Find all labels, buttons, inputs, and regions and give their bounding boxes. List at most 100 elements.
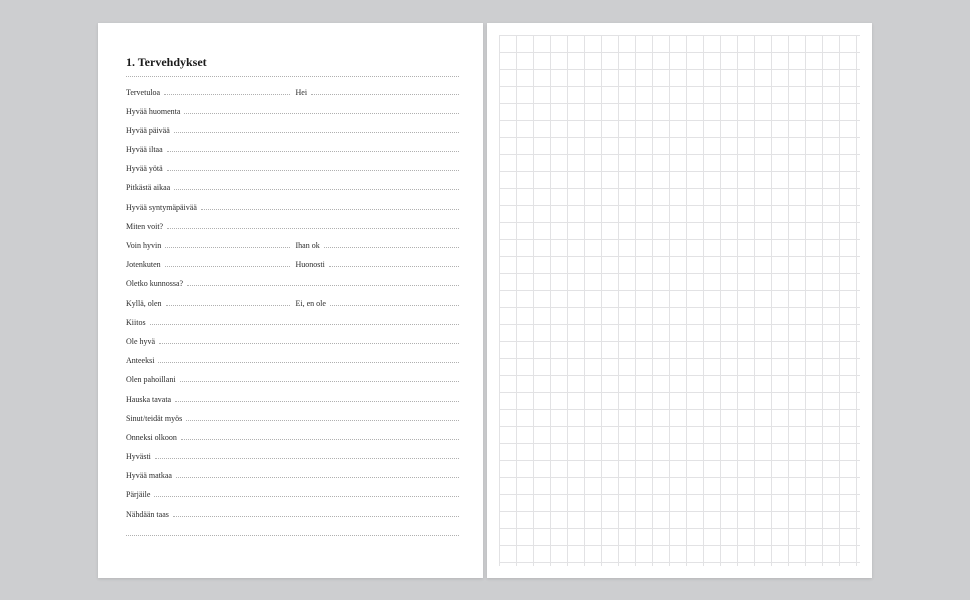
row-cell: Pitkästä aikaa (126, 182, 459, 192)
vocab-row: Nähdään taas (126, 509, 459, 528)
term-label: Huonosti (296, 260, 329, 269)
term-label: Kyllä, olen (126, 299, 166, 308)
vocab-row: Sinut/teidät myös (126, 413, 459, 432)
fill-line (175, 394, 459, 402)
fill-line (176, 470, 459, 478)
fill-line (167, 144, 459, 152)
term-label: Hyvää huomenta (126, 107, 184, 116)
row-cell: Olen pahoillani (126, 374, 459, 384)
term-label: Hyvää yötä (126, 164, 167, 173)
term-label: Ei, en ole (296, 299, 330, 308)
vocab-row: Hauska tavata (126, 394, 459, 413)
section-heading: 1. Tervehdykset (126, 55, 459, 70)
left-page: 1. Tervehdykset Tervetuloa Hei Hyvää huome… (98, 23, 483, 578)
row-cell: Hyvää iltaa (126, 144, 459, 154)
fill-line (166, 298, 290, 306)
vocab-row: Pitkästä aikaa (126, 182, 459, 201)
fill-line (184, 106, 459, 114)
term-label: Jotenkuten (126, 260, 165, 269)
fill-line (165, 240, 289, 248)
fill-line (154, 489, 459, 497)
fill-line (174, 125, 459, 133)
vocab-row (126, 528, 459, 547)
row-cell: Kiitos (126, 317, 459, 327)
row-cell-right: Hei (296, 87, 460, 97)
term-label: Hauska tavata (126, 395, 175, 404)
fill-line (155, 451, 459, 459)
vocab-row: Hyvää iltaa (126, 144, 459, 163)
term-label: Hyvää iltaa (126, 145, 167, 154)
row-cell: Hyvää huomenta (126, 106, 459, 116)
vocab-row: Anteeksi (126, 355, 459, 374)
vocab-row: Oletko kunnossa? (126, 278, 459, 297)
fill-line (174, 182, 459, 190)
vocab-row: Hyvää yötä (126, 163, 459, 182)
row-cell-left: Tervetuloa (126, 87, 290, 97)
term-label: Hyvää päivää (126, 126, 174, 135)
row-cell: Ole hyvä (126, 336, 459, 346)
vocab-row: Voin hyvin Ihan ok (126, 240, 459, 259)
row-cell: Hyvää yötä (126, 163, 459, 173)
vocab-row: Hyvästi (126, 451, 459, 470)
right-page (487, 23, 872, 578)
fill-line (126, 528, 459, 536)
grid-paper (499, 35, 860, 566)
term-label: Hyvää matkaa (126, 471, 176, 480)
vocab-row: Pärjäile (126, 489, 459, 508)
term-label: Voin hyvin (126, 241, 165, 250)
vocab-row: Kyllä, olen Ei, en ole (126, 298, 459, 317)
row-cell-right: Ihan ok (296, 240, 460, 250)
row-cell-left: Kyllä, olen (126, 298, 290, 308)
row-cell: Onneksi olkoon (126, 432, 459, 442)
fill-line (158, 355, 459, 363)
vocab-row: Hyvää päivää (126, 125, 459, 144)
fill-line (201, 202, 459, 210)
fill-line (180, 374, 459, 382)
row-cell: Hyvää syntymäpäivää (126, 202, 459, 212)
fill-line (330, 298, 459, 306)
term-label: Hyvää syntymäpäivää (126, 203, 201, 212)
vocab-row: Hyvää huomenta (126, 106, 459, 125)
fill-line (165, 259, 290, 267)
fill-line (164, 87, 289, 95)
row-cell: Nähdään taas (126, 509, 459, 519)
term-label: Anteeksi (126, 356, 158, 365)
row-cell-left: Voin hyvin (126, 240, 290, 250)
row-cell: Pärjäile (126, 489, 459, 499)
vocab-row: Hyvää syntymäpäivää (126, 202, 459, 221)
vocab-row: Jotenkuten Huonosti (126, 259, 459, 278)
row-cell-right: Huonosti (296, 259, 460, 269)
term-label: Nähdään taas (126, 510, 173, 519)
term-label: Kiitos (126, 318, 150, 327)
fill-line (159, 336, 459, 344)
fill-line (167, 163, 459, 171)
term-label: Oletko kunnossa? (126, 279, 187, 288)
row-cell: Hauska tavata (126, 394, 459, 404)
term-label: Pitkästä aikaa (126, 183, 174, 192)
vocab-row: Olen pahoillani (126, 374, 459, 393)
term-label: Miten voit? (126, 222, 167, 231)
row-cell: Sinut/teidät myös (126, 413, 459, 423)
vocab-row: Ole hyvä (126, 336, 459, 355)
fill-line (329, 259, 459, 267)
vocab-row: Miten voit? (126, 221, 459, 240)
fill-line (173, 509, 459, 517)
vocab-row: Onneksi olkoon (126, 432, 459, 451)
term-label: Pärjäile (126, 490, 154, 499)
heading-underline (126, 76, 459, 77)
term-label: Olen pahoillani (126, 375, 180, 384)
vocab-rows: Tervetuloa Hei Hyvää huomenta Hyvää päivää H… (126, 87, 459, 548)
row-cell-left: Jotenkuten (126, 259, 290, 269)
fill-line (167, 221, 459, 229)
page-spread: 1. Tervehdykset Tervetuloa Hei Hyvää huome… (98, 23, 872, 578)
term-label: Ole hyvä (126, 337, 159, 346)
vocab-row: Tervetuloa Hei (126, 87, 459, 106)
row-cell: Hyvästi (126, 451, 459, 461)
term-label: Sinut/teidät myös (126, 414, 186, 423)
vocab-row: Kiitos (126, 317, 459, 336)
term-label: Tervetuloa (126, 88, 164, 97)
row-cell: Miten voit? (126, 221, 459, 231)
vocab-row: Hyvää matkaa (126, 470, 459, 489)
row-cell-right: Ei, en ole (296, 298, 460, 308)
fill-line (311, 87, 459, 95)
